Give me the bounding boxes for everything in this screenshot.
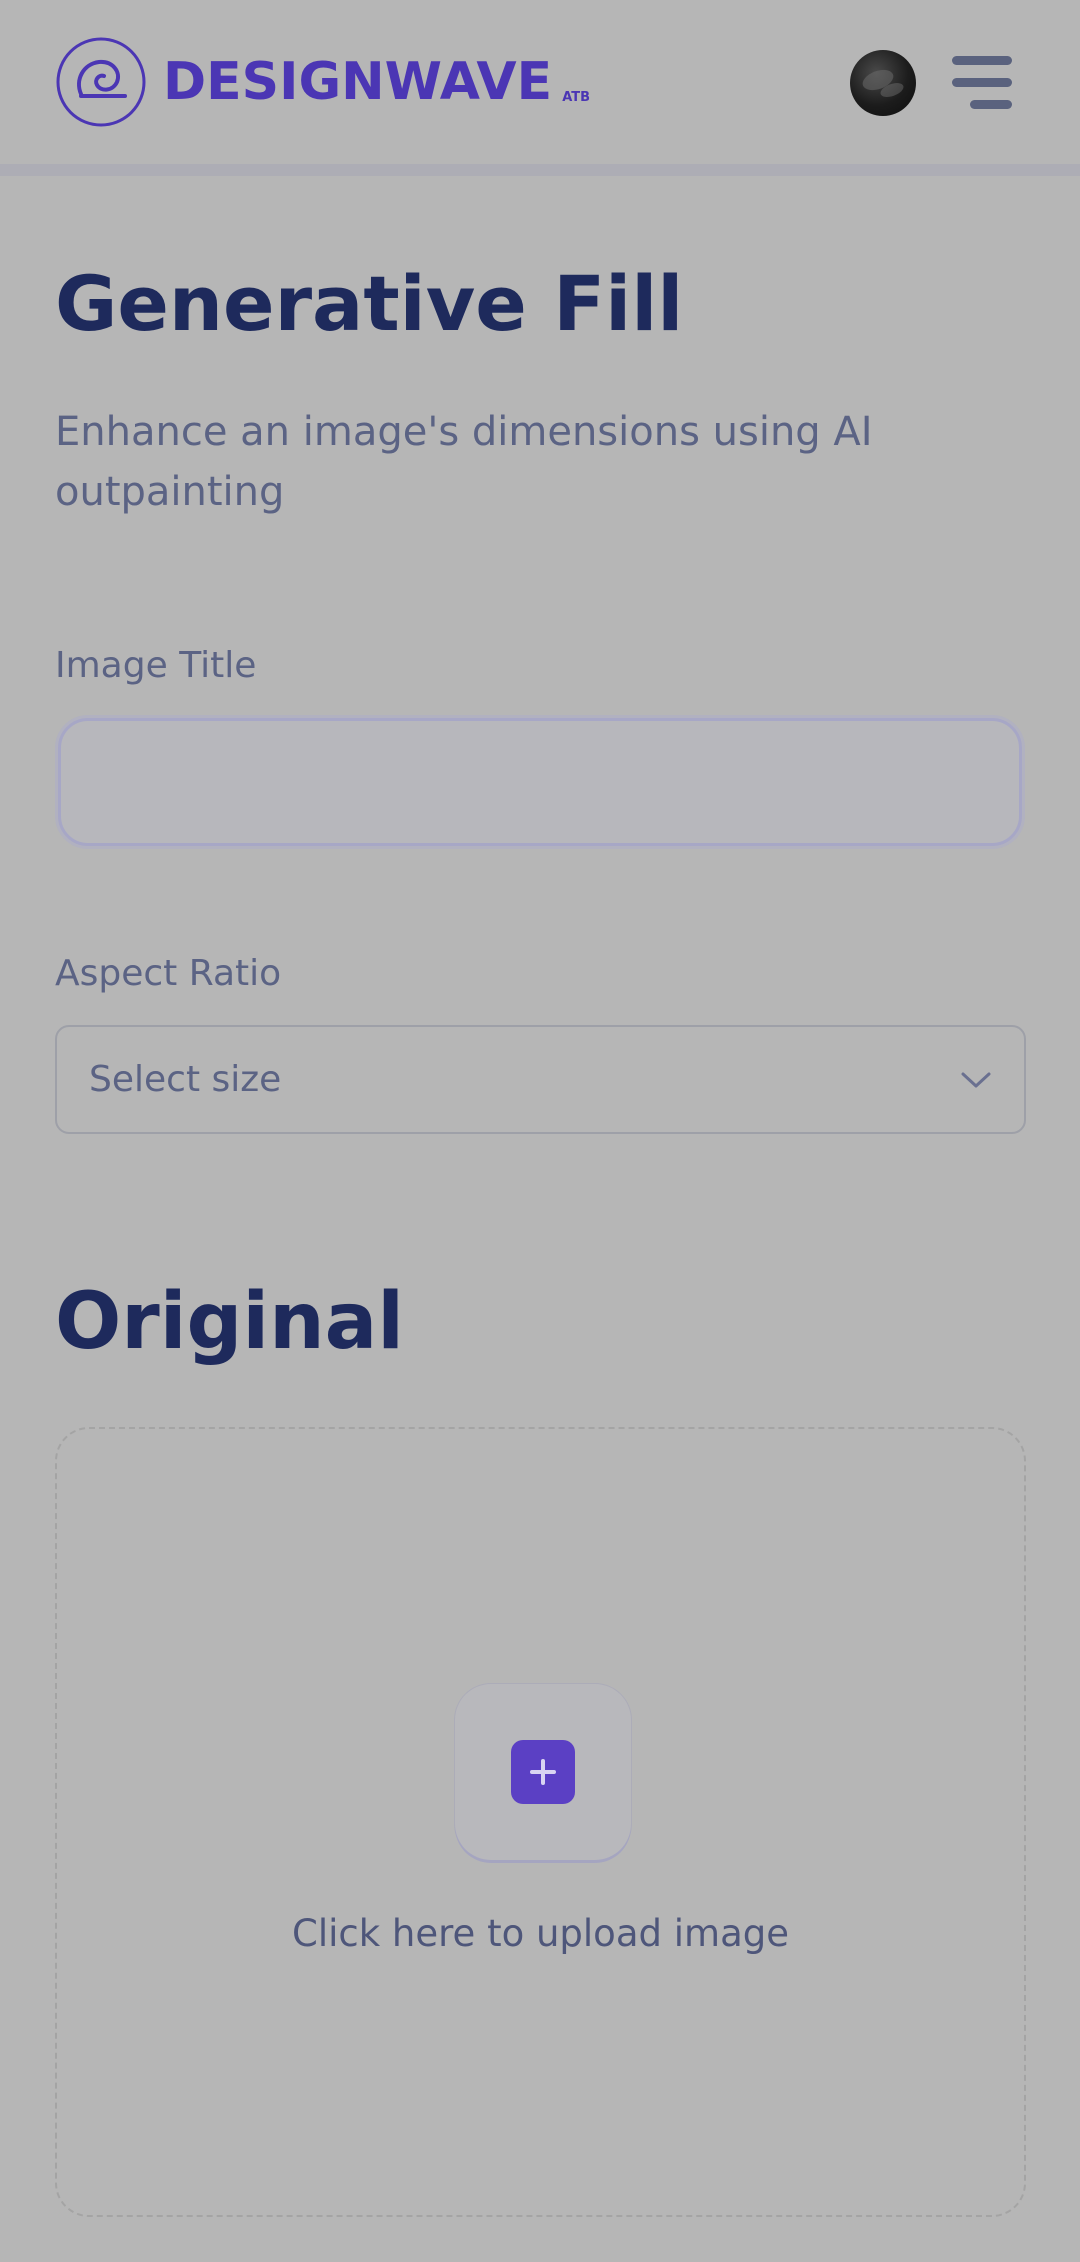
upload-label: Click here to upload image	[292, 1912, 789, 1955]
wave-spiral-icon	[56, 37, 146, 127]
avatar-photo	[862, 69, 904, 97]
menu-line	[952, 78, 1012, 87]
avatar[interactable]	[850, 50, 916, 116]
page-title: Generative Fill	[55, 259, 684, 348]
chevron-down-icon	[961, 1072, 991, 1087]
hamburger-menu-icon[interactable]	[950, 54, 1014, 112]
aspect-ratio-value: Select size	[89, 1059, 282, 1100]
aspect-ratio-select[interactable]: Select size	[55, 1025, 1026, 1134]
plus-glyph	[530, 1759, 556, 1785]
brand-name: DESIGNWAVE	[163, 52, 553, 112]
original-heading: Original	[55, 1277, 404, 1367]
brand-tag: ATB	[562, 89, 591, 105]
app-header: DESIGNWAVE ATB	[0, 0, 1080, 164]
brand-logo[interactable]: DESIGNWAVE ATB	[55, 36, 590, 128]
image-upload-dropzone[interactable]: Click here to upload image	[55, 1427, 1026, 2217]
header-divider	[0, 164, 1080, 176]
aspect-ratio-label: Aspect Ratio	[55, 953, 282, 994]
menu-line	[970, 100, 1012, 109]
page-subtitle: Enhance an image's dimensions using AI o…	[55, 409, 873, 515]
menu-line	[952, 56, 1012, 65]
image-title-input[interactable]	[58, 718, 1022, 846]
image-title-label: Image Title	[55, 645, 257, 686]
plus-icon	[511, 1740, 575, 1804]
upload-button[interactable]	[455, 1684, 631, 1860]
